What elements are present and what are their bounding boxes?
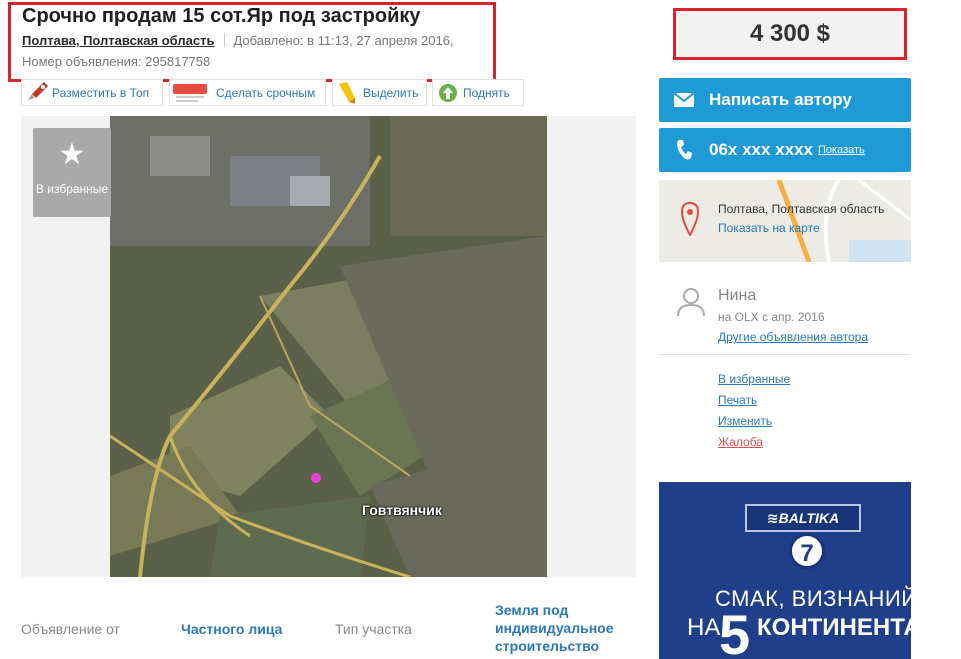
promo-top-label: Разместить в Топ: [52, 85, 150, 100]
promo-highlight-button[interactable]: Выделить: [332, 79, 427, 106]
param-plot-type-line-1[interactable]: Земля под: [495, 602, 568, 618]
phone-icon: [659, 139, 709, 161]
promo-urgent-label: Сделать срочным: [216, 85, 316, 100]
add-favorite-label: В избранные: [35, 182, 109, 196]
write-author-label: Написать автору: [709, 90, 852, 109]
price: 4 300 $: [673, 8, 907, 60]
mini-map[interactable]: Полтава, Полтавская область Показать на …: [659, 180, 911, 262]
param-offer-from-label: Объявление от: [21, 621, 120, 637]
map-pin-icon: [680, 201, 700, 241]
ad-brand-logo: ≋BALTIKA: [745, 504, 861, 532]
ad-banner[interactable]: ≋BALTIKA 7 СМАК, ВИЗНАНИЙ НА 5 КОНТИНЕНТ…: [659, 482, 911, 659]
listing-added: Добавлено: в 11:13, 27 апреля 2016,: [233, 33, 454, 48]
param-plot-type-label: Тип участка: [335, 621, 412, 637]
action-edit-link[interactable]: Изменить: [718, 414, 790, 435]
ad-line-2-big: 5: [719, 603, 751, 659]
param-offer-from-value[interactable]: Частного лица: [181, 621, 282, 637]
ad-line-2-suffix: КОНТИНЕНТАХ: [757, 614, 911, 641]
promo-raise-label: Поднять: [463, 85, 510, 100]
photo-map-label: Говтвянчик: [362, 502, 442, 518]
listing-meta: Полтава, Полтавская область Добавлено: в …: [22, 33, 454, 48]
promo-raise-button[interactable]: Поднять: [432, 79, 524, 106]
user-other-ads-link[interactable]: Другие объявления автора: [718, 330, 868, 344]
action-report-link[interactable]: Жалоба: [718, 435, 790, 456]
phone-button[interactable]: 06x xxx xxxx Показать: [659, 128, 911, 172]
param-plot-type-line-2[interactable]: индивидуальное: [495, 620, 614, 636]
arrow-up-icon: [433, 80, 463, 105]
promo-highlight-label: Выделить: [363, 85, 419, 100]
action-favorite-link[interactable]: В избранные: [718, 372, 790, 393]
satellite-photo[interactable]: Говтвянчик: [110, 116, 547, 577]
rocket-icon: [22, 80, 52, 105]
user-name: Нина: [718, 287, 757, 304]
phone-number: 06x xxx xxxx: [709, 140, 813, 159]
promo-top-button[interactable]: Разместить в Топ: [21, 79, 163, 106]
user-since: на OLX с апр. 2016: [718, 310, 825, 324]
write-author-button[interactable]: Написать автору: [659, 78, 911, 122]
actions-list: В избранные Печать Изменить Жалоба: [718, 372, 790, 456]
listing-title: Срочно продам 15 сот.Яр под застройку: [22, 5, 421, 27]
add-favorite-button[interactable]: ★ В избранные: [33, 128, 111, 217]
envelope-icon: [659, 93, 709, 107]
listing-location-link[interactable]: Полтава, Полтавская область: [22, 33, 214, 48]
star-icon: ★: [58, 138, 86, 171]
action-print-link[interactable]: Печать: [718, 393, 790, 414]
param-plot-type-line-3[interactable]: строительство: [495, 638, 599, 654]
user-avatar-icon: [675, 287, 707, 322]
ad-number-badge: 7: [789, 533, 825, 569]
phone-show-link[interactable]: Показать: [818, 144, 865, 156]
show-on-map-link[interactable]: Показать на карте: [718, 221, 820, 235]
divider: [659, 354, 911, 355]
listing-ad-number: Номер объявления: 295817758: [22, 54, 211, 69]
highlighter-icon: [333, 80, 363, 105]
ad-line-2-prefix: НА: [687, 614, 721, 641]
promo-urgent-button[interactable]: Сделать срочным: [169, 79, 326, 106]
urgent-tag-icon: [170, 80, 207, 105]
map-location: Полтава, Полтавская область: [718, 202, 885, 216]
